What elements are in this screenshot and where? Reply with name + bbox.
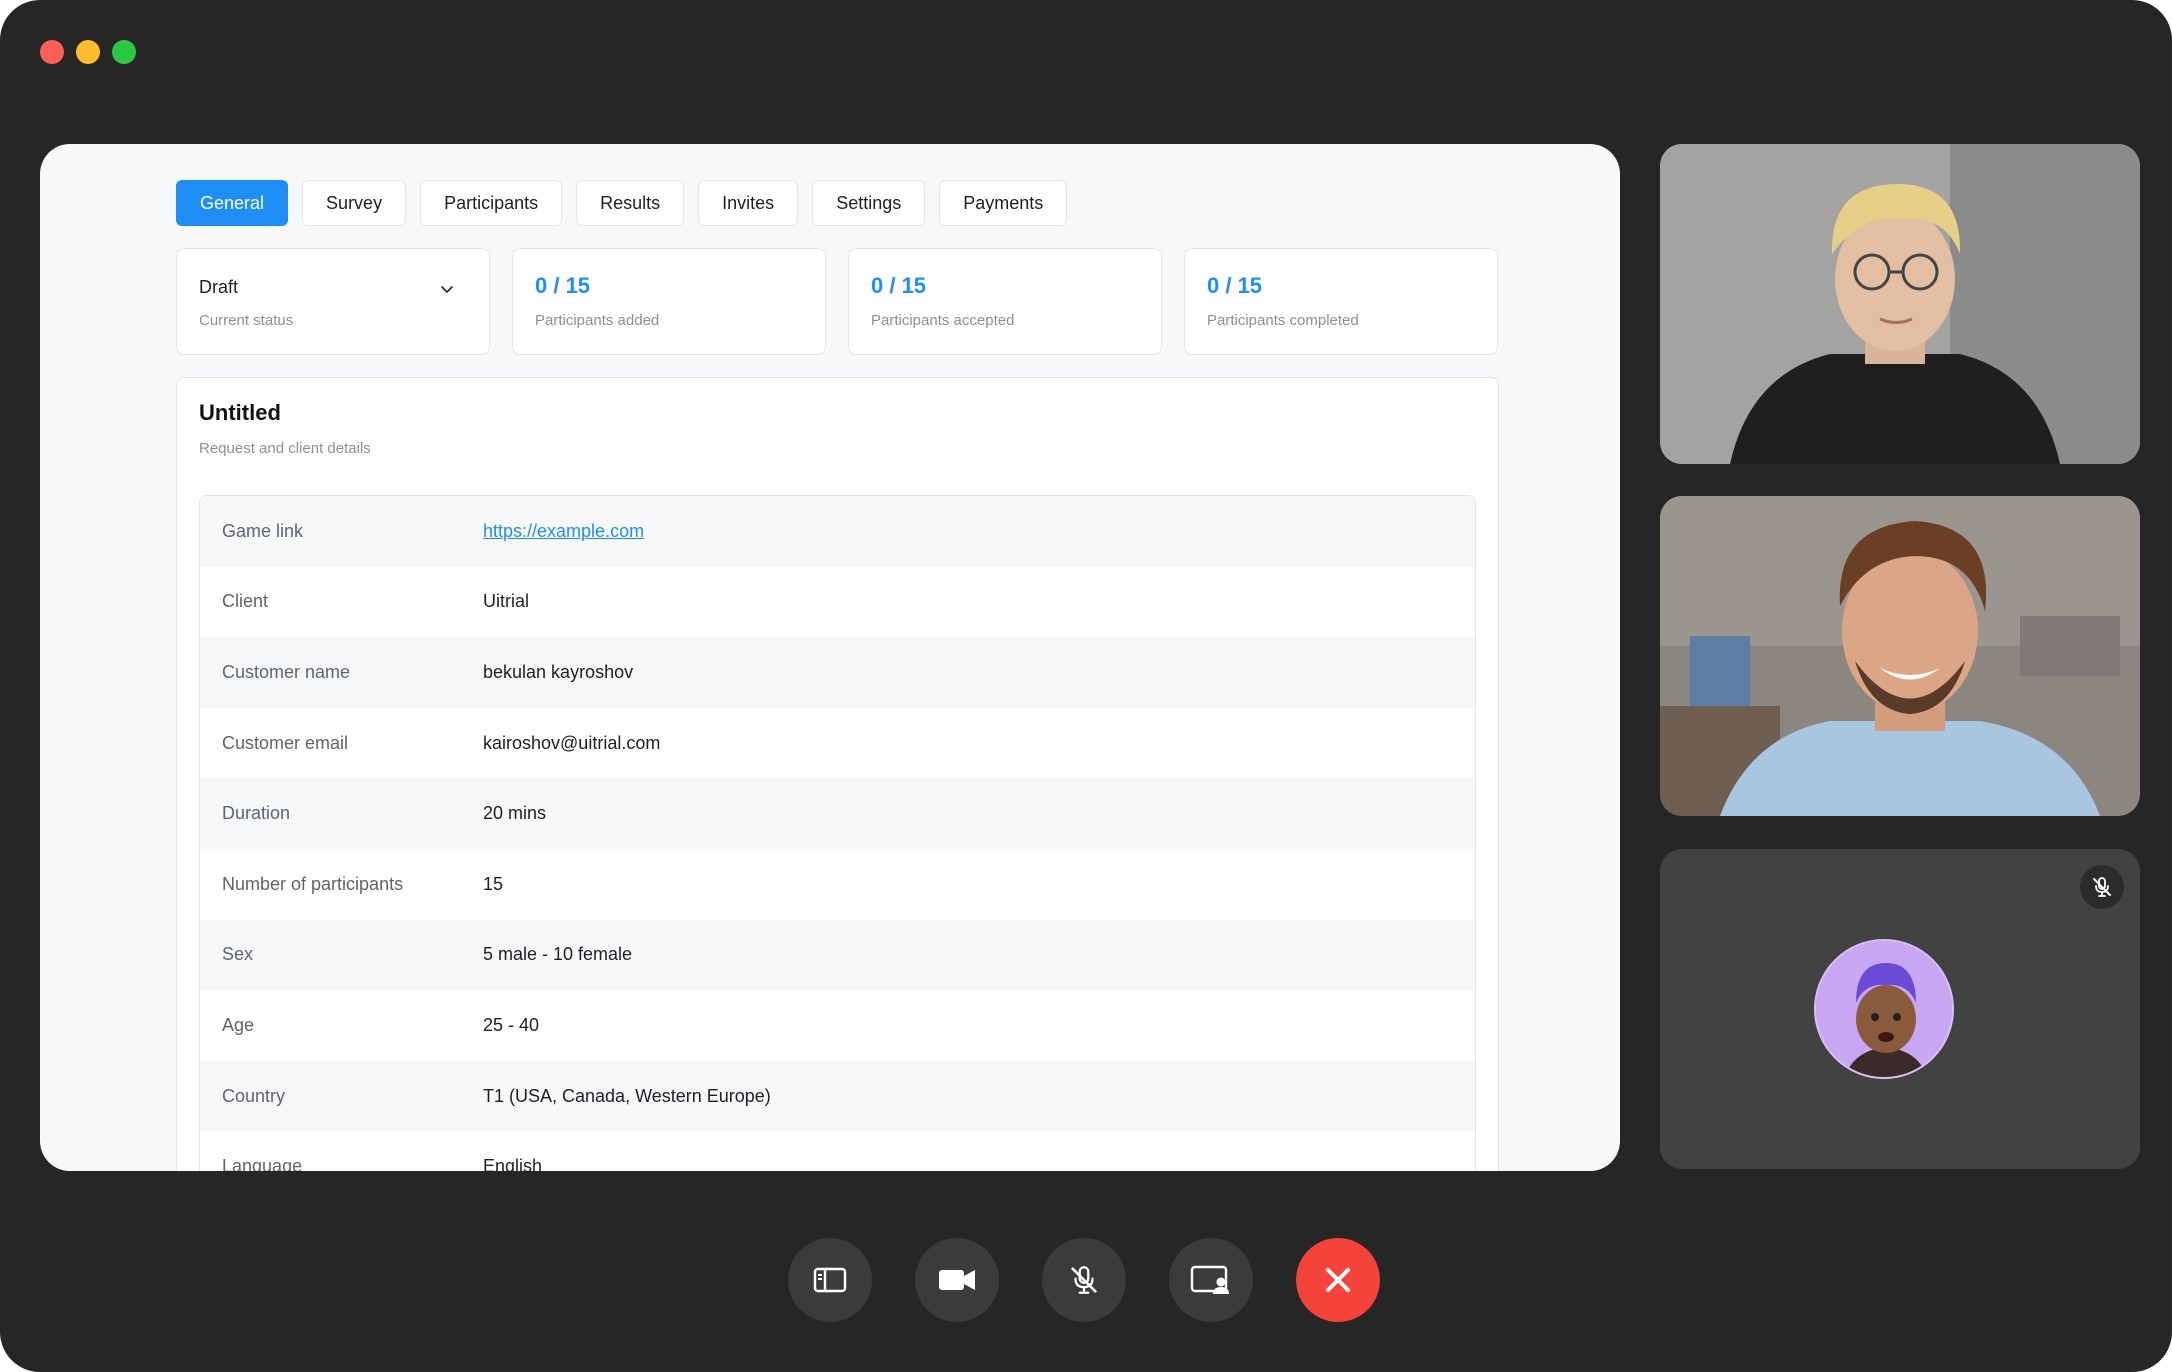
call-controls [788,1238,1380,1322]
tab-general[interactable]: General [176,180,289,226]
row-value: 25 - 40 [483,1014,540,1035]
table-row: Language English [200,1131,1475,1171]
details-table: Game link https://example.com Client Uit… [199,495,1476,1171]
row-value: bekulan kayroshov [483,661,634,682]
row-value: 20 mins [483,803,547,824]
row-key: Age [222,1014,255,1035]
close-icon [1326,1268,1350,1292]
table-row: Customer email kairoshov@uitrial.com [200,707,1475,779]
chevron-down-icon [441,286,453,293]
close-window-button[interactable] [40,40,64,64]
video-camera-icon [939,1270,975,1290]
row-key: Language [222,1156,303,1171]
window-controls [40,40,136,64]
row-key: Customer name [222,661,351,682]
row-key: Sex [222,944,254,965]
row-key: Duration [222,803,291,824]
stats-row: Draft Current status 0 / 15 Participants… [176,248,1498,355]
toggle-mic-button[interactable] [1042,1238,1126,1322]
participant-video-1[interactable] [1660,144,2140,464]
row-value: 15 [483,873,504,894]
end-call-button[interactable] [1296,1238,1380,1322]
row-key: Client [222,591,269,612]
details-title: Untitled [199,400,281,425]
table-row: Number of participants 15 [200,848,1475,920]
participant-video-3[interactable] [1660,849,2140,1169]
sidebar-icon [813,1267,847,1293]
row-key: Game link [222,520,304,541]
mic-muted-icon [2080,865,2124,909]
mic-muted-icon [1071,1266,1097,1294]
status-value: Draft [199,277,239,297]
table-row: Game link https://example.com [200,496,1475,567]
shared-screen-panel: General Survey Participants Results Invi… [40,144,1620,1171]
stat-label: Participants completed [1207,312,1359,329]
stat-label: Participants added [535,312,660,329]
row-key: Customer email [222,732,349,753]
game-link[interactable]: https://example.com [483,521,644,542]
tab-payments[interactable]: Payments [939,180,1068,226]
zoom-window-button[interactable] [112,40,136,64]
tab-participants[interactable]: Participants [420,180,563,226]
table-row: Client Uitrial [200,566,1475,638]
toggle-sidebar-button[interactable] [788,1238,872,1322]
stat-card-completed: 0 / 15 Participants completed [1184,248,1498,355]
row-value: kairoshov@uitrial.com [483,732,661,753]
tab-bar: General Survey Participants Results Invi… [176,180,1068,226]
participant-video-image [1660,496,2140,816]
row-key: Country [222,1085,286,1106]
tab-settings[interactable]: Settings [812,180,926,226]
table-row: Customer name bekulan kayroshov [200,637,1475,708]
call-window: General Survey Participants Results Invi… [0,0,2172,1372]
row-value: Uitrial [483,591,530,612]
tab-survey[interactable]: Survey [302,180,407,226]
tab-invites[interactable]: Invites [698,180,799,226]
table-row: Duration 20 mins [200,778,1475,849]
status-dropdown[interactable]: Draft Current status [176,248,490,355]
details-card: Untitled Request and client details Game… [176,377,1499,1171]
row-value: 5 male - 10 female [483,944,633,965]
stat-card-added: 0 / 15 Participants added [512,248,826,355]
row-key: Number of participants [222,873,404,894]
stat-value: 0 / 15 [871,273,927,298]
stat-value: 0 / 15 [535,273,591,298]
share-screen-button[interactable] [1169,1238,1253,1322]
table-row: Country T1 (USA, Canada, Western Europe) [200,1060,1475,1132]
stat-value: 0 / 15 [1207,273,1263,298]
status-label: Current status [199,312,294,329]
details-subtitle: Request and client details [199,440,371,457]
participant-video-2[interactable] [1660,496,2140,816]
minimize-window-button[interactable] [76,40,100,64]
stat-label: Participants accepted [871,312,1015,329]
participant-video-image [1660,144,2140,464]
row-value: T1 (USA, Canada, Western Europe) [483,1085,771,1106]
table-row: Sex 5 male - 10 female [200,919,1475,991]
screen-share-icon [1190,1265,1229,1294]
toggle-camera-button[interactable] [915,1238,999,1322]
row-value: English [483,1156,543,1171]
tab-results[interactable]: Results [576,180,685,226]
table-row: Age 25 - 40 [200,990,1475,1061]
stat-card-accepted: 0 / 15 Participants accepted [848,248,1162,355]
avatar [1814,939,1954,1079]
